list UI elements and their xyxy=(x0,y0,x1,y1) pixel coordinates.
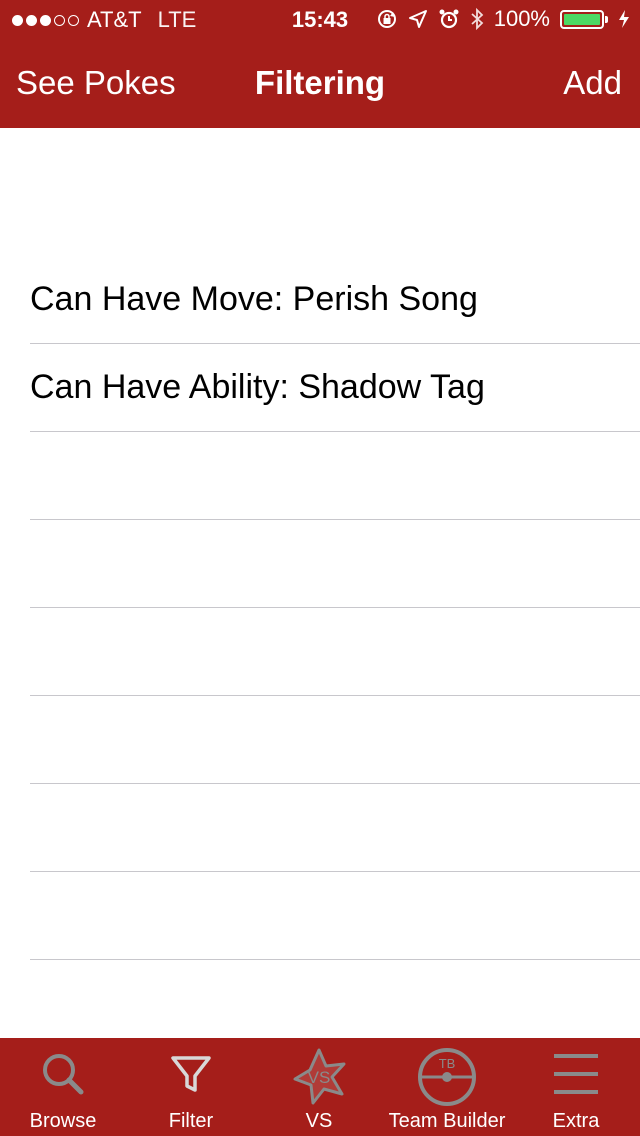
signal-strength-icon xyxy=(12,14,79,26)
empty-row xyxy=(0,872,640,960)
bluetooth-icon xyxy=(471,7,484,31)
empty-row xyxy=(0,960,640,1048)
tab-vs[interactable]: VS VS xyxy=(256,1038,382,1136)
alarm-icon xyxy=(439,9,459,29)
status-bar: AT&T LTE 15:43 100% xyxy=(0,0,640,40)
tab-browse[interactable]: Browse xyxy=(0,1038,126,1136)
vs-star-icon: VS xyxy=(293,1048,346,1105)
magnifier-icon xyxy=(43,1054,84,1095)
see-pokes-button[interactable]: See Pokes xyxy=(16,64,176,102)
empty-row xyxy=(0,432,640,520)
svg-text:VS: VS xyxy=(308,1068,331,1087)
add-button[interactable]: Add xyxy=(563,64,622,102)
tab-label: Team Builder xyxy=(388,1110,506,1132)
tab-label: Filter xyxy=(168,1110,214,1132)
battery-percent: 100% xyxy=(493,6,550,31)
top-bar: AT&T LTE 15:43 100% See Pokes Filtering … xyxy=(0,0,640,128)
tab-team-builder[interactable]: TB Team Builder xyxy=(382,1038,512,1136)
location-icon xyxy=(408,10,427,28)
pokeball-icon: TB xyxy=(418,1048,476,1106)
empty-row xyxy=(0,784,640,872)
navigation-bar: See Pokes Filtering Add xyxy=(0,40,640,128)
filter-label: Can Have Ability: Shadow Tag xyxy=(30,368,485,406)
tab-extra[interactable]: Extra xyxy=(512,1038,640,1136)
filter-list: Can Have Move: Perish Song Can Have Abil… xyxy=(0,256,640,1048)
charging-icon xyxy=(619,10,629,28)
empty-row xyxy=(0,520,640,608)
tab-label: Extra xyxy=(552,1110,600,1132)
empty-row xyxy=(0,608,640,696)
empty-row xyxy=(0,696,640,784)
network-type: LTE xyxy=(157,7,197,32)
filter-row[interactable]: Can Have Move: Perish Song xyxy=(0,256,640,344)
battery-icon xyxy=(560,9,608,29)
svg-text:TB: TB xyxy=(439,1056,456,1071)
filter-label: Can Have Move: Perish Song xyxy=(30,280,478,318)
tab-bar: Browse Filter VS VS TB Team Builder Extr… xyxy=(0,1038,640,1136)
carrier-name: AT&T xyxy=(87,7,142,32)
hamburger-icon xyxy=(554,1054,598,1094)
tab-label: VS xyxy=(305,1110,333,1132)
filter-row[interactable]: Can Have Ability: Shadow Tag xyxy=(0,344,640,432)
tab-filter[interactable]: Filter xyxy=(126,1038,256,1136)
funnel-icon xyxy=(171,1056,211,1092)
rotation-lock-icon xyxy=(377,10,396,28)
tab-label: Browse xyxy=(29,1110,97,1132)
